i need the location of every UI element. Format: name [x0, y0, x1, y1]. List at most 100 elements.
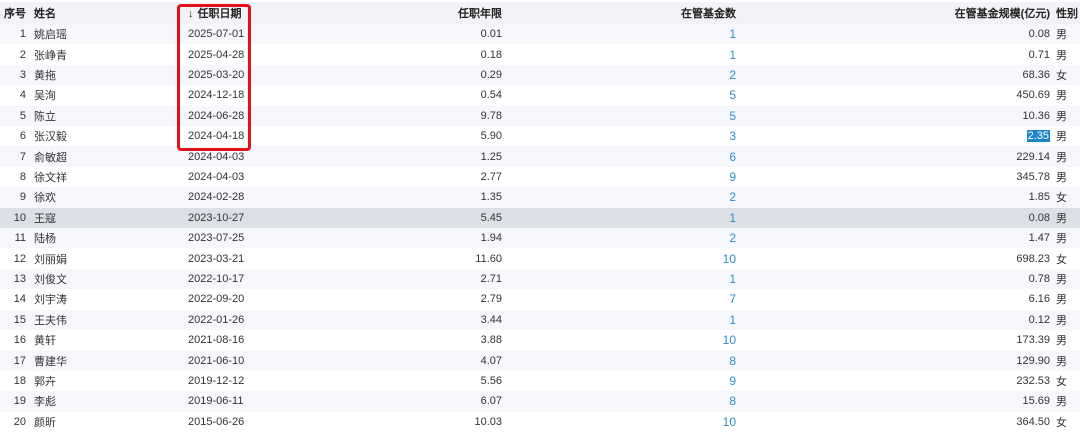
- header-index[interactable]: 序号: [0, 5, 30, 21]
- fund-count-value[interactable]: 10: [723, 415, 736, 429]
- fund-count-link[interactable]: 3: [502, 129, 736, 143]
- row-index: 16: [13, 334, 26, 347]
- manager-name-link[interactable]: 吴洵: [30, 87, 98, 103]
- fund-count-link[interactable]: 9: [502, 374, 736, 388]
- fund-scale: 364.50: [1016, 415, 1050, 428]
- fund-scale: 1.47: [1028, 232, 1050, 245]
- header-sex[interactable]: 性别: [1050, 5, 1080, 21]
- table-row[interactable]: 13 刘俊文 2022-10-17 2.71 1 0.78 男: [0, 268, 1080, 290]
- table-row[interactable]: 11 陆杨 2023-07-25 1.94 2 1.47 男: [0, 228, 1080, 249]
- table-row[interactable]: 12 刘丽娟 2023-03-21 11.60 10 698.23 女: [0, 248, 1080, 269]
- fund-count-link[interactable]: 5: [502, 109, 736, 123]
- fund-scale: 345.78: [1016, 170, 1050, 183]
- fund-count-value[interactable]: 5: [729, 109, 736, 123]
- table-row[interactable]: 3 黄拖 2025-03-20 0.29 2 68.36 女: [0, 64, 1080, 86]
- start-date: 2019-12-12: [188, 374, 245, 387]
- table-row[interactable]: 10 王寇 2023-10-27 5.45 1 0.08 男: [0, 207, 1080, 228]
- fund-count-link[interactable]: 10: [502, 333, 736, 347]
- table-row[interactable]: 4 吴洵 2024-12-18 0.54 5 450.69 男: [0, 85, 1080, 106]
- fund-count-link[interactable]: 1: [502, 313, 736, 327]
- table-row[interactable]: 9 徐欢 2024-02-28 1.35 2 1.85 女: [0, 187, 1080, 208]
- table-row[interactable]: 14 刘宇涛 2022-09-20 2.79 7 6.16 男: [0, 289, 1080, 310]
- table-row[interactable]: 5 陈立 2024-06-28 9.78 5 10.36 男: [0, 105, 1080, 126]
- fund-count-link[interactable]: 1: [502, 48, 736, 62]
- fund-count-value[interactable]: 10: [723, 333, 736, 347]
- manager-name-link[interactable]: 颜昕: [30, 414, 98, 430]
- manager-name-link[interactable]: 刘丽娟: [30, 251, 98, 267]
- fund-scale: 15.69: [1022, 395, 1050, 408]
- manager-name-link[interactable]: 徐欢: [30, 189, 98, 205]
- table-row[interactable]: 19 李彪 2019-06-11 6.07 8 15.69 男: [0, 391, 1080, 412]
- row-index: 18: [13, 374, 26, 387]
- fund-count-value[interactable]: 8: [729, 354, 736, 368]
- manager-name-link[interactable]: 刘俊文: [30, 271, 98, 287]
- fund-count-value[interactable]: 5: [729, 88, 736, 102]
- table-row[interactable]: 1 姚启瑶 2025-07-01 0.01 1 0.08 男: [0, 24, 1080, 45]
- fund-count-value[interactable]: 9: [729, 374, 736, 388]
- fund-count-value[interactable]: 1: [729, 211, 736, 225]
- header-name[interactable]: 姓名: [30, 5, 98, 21]
- table-row[interactable]: 7 俞敏超 2024-04-03 1.25 6 229.14 男: [0, 146, 1080, 167]
- manager-name-link[interactable]: 郭卉: [30, 373, 98, 389]
- table-row[interactable]: 17 曹建华 2021-06-10 4.07 8 129.90 男: [0, 350, 1080, 371]
- fund-count-link[interactable]: 8: [502, 394, 736, 408]
- fund-count-link[interactable]: 6: [502, 150, 736, 164]
- table-row[interactable]: 2 张峥青 2025-04-28 0.18 1 0.71 男: [0, 44, 1080, 65]
- table-row[interactable]: 8 徐文祥 2024-04-03 2.77 9 345.78 男: [0, 166, 1080, 188]
- fund-count-value[interactable]: 1: [729, 27, 736, 41]
- fund-count-link[interactable]: 8: [502, 354, 736, 368]
- fund-count-value[interactable]: 7: [729, 292, 736, 306]
- fund-count-link[interactable]: 9: [502, 170, 736, 184]
- table-row[interactable]: 18 郭卉 2019-12-12 5.56 9 232.53 女: [0, 370, 1080, 392]
- sex: 男: [1056, 29, 1067, 42]
- fund-count-link[interactable]: 1: [502, 272, 736, 286]
- manager-name-link[interactable]: 姚启瑶: [30, 26, 98, 42]
- manager-name-link[interactable]: 陆杨: [30, 230, 98, 246]
- fund-count-value[interactable]: 1: [729, 48, 736, 62]
- header-fund-scale[interactable]: 在管基金规模(亿元): [736, 5, 1050, 21]
- fund-count-value[interactable]: 8: [729, 394, 736, 408]
- fund-count-link[interactable]: 1: [502, 27, 736, 41]
- fund-count-link[interactable]: 10: [502, 252, 736, 266]
- fund-count-link[interactable]: 2: [502, 68, 736, 82]
- fund-count-value[interactable]: 2: [729, 190, 736, 204]
- table-row[interactable]: 16 黄轩 2021-08-16 3.88 10 173.39 男: [0, 330, 1080, 351]
- manager-name-link[interactable]: 黄轩: [30, 332, 98, 348]
- fund-count-value[interactable]: 1: [729, 313, 736, 327]
- table-row[interactable]: 15 王夫伟 2022-01-26 3.44 1 0.12 男: [0, 309, 1080, 330]
- manager-name-link[interactable]: 俞敏超: [30, 149, 98, 165]
- fund-count-value[interactable]: 6: [729, 150, 736, 164]
- start-date: 2022-09-20: [188, 293, 245, 306]
- manager-name-link[interactable]: 陈立: [30, 108, 98, 124]
- fund-scale: 229.14: [1016, 150, 1050, 163]
- manager-name-link[interactable]: 王寇: [30, 210, 98, 226]
- header-date[interactable]: ↓ 任职日期: [188, 5, 284, 21]
- start-date: 2023-03-21: [188, 252, 245, 265]
- table-row[interactable]: 20 颜昕 2015-06-26 10.03 10 364.50 女: [0, 411, 1080, 432]
- header-years[interactable]: 任职年限: [284, 5, 502, 21]
- manager-name-link[interactable]: 刘宇涛: [30, 291, 98, 307]
- fund-count-value[interactable]: 10: [723, 252, 736, 266]
- sex: 男: [1056, 110, 1067, 123]
- start-date: 2024-04-03: [188, 170, 245, 183]
- fund-count-link[interactable]: 2: [502, 190, 736, 204]
- fund-count-link[interactable]: 5: [502, 88, 736, 102]
- fund-count-value[interactable]: 2: [729, 68, 736, 82]
- fund-count-link[interactable]: 10: [502, 415, 736, 429]
- manager-name-link[interactable]: 张峥青: [30, 47, 98, 63]
- table-row[interactable]: 6 张汉毅 2024-04-18 5.90 3 2.35 男: [0, 126, 1080, 147]
- manager-name-link[interactable]: 曹建华: [30, 353, 98, 369]
- manager-name-link[interactable]: 徐文祥: [30, 169, 98, 185]
- fund-count-link[interactable]: 2: [502, 231, 736, 245]
- fund-count-value[interactable]: 2: [729, 231, 736, 245]
- fund-count-link[interactable]: 1: [502, 211, 736, 225]
- fund-count-value[interactable]: 3: [729, 129, 736, 143]
- manager-name-link[interactable]: 李彪: [30, 393, 98, 409]
- fund-count-link[interactable]: 7: [502, 292, 736, 306]
- header-fund-count[interactable]: 在管基金数: [502, 5, 736, 21]
- manager-name-link[interactable]: 张汉毅: [30, 128, 98, 144]
- manager-name-link[interactable]: 黄拖: [30, 67, 98, 83]
- fund-count-value[interactable]: 9: [729, 170, 736, 184]
- fund-count-value[interactable]: 1: [729, 272, 736, 286]
- manager-name-link[interactable]: 王夫伟: [30, 312, 98, 328]
